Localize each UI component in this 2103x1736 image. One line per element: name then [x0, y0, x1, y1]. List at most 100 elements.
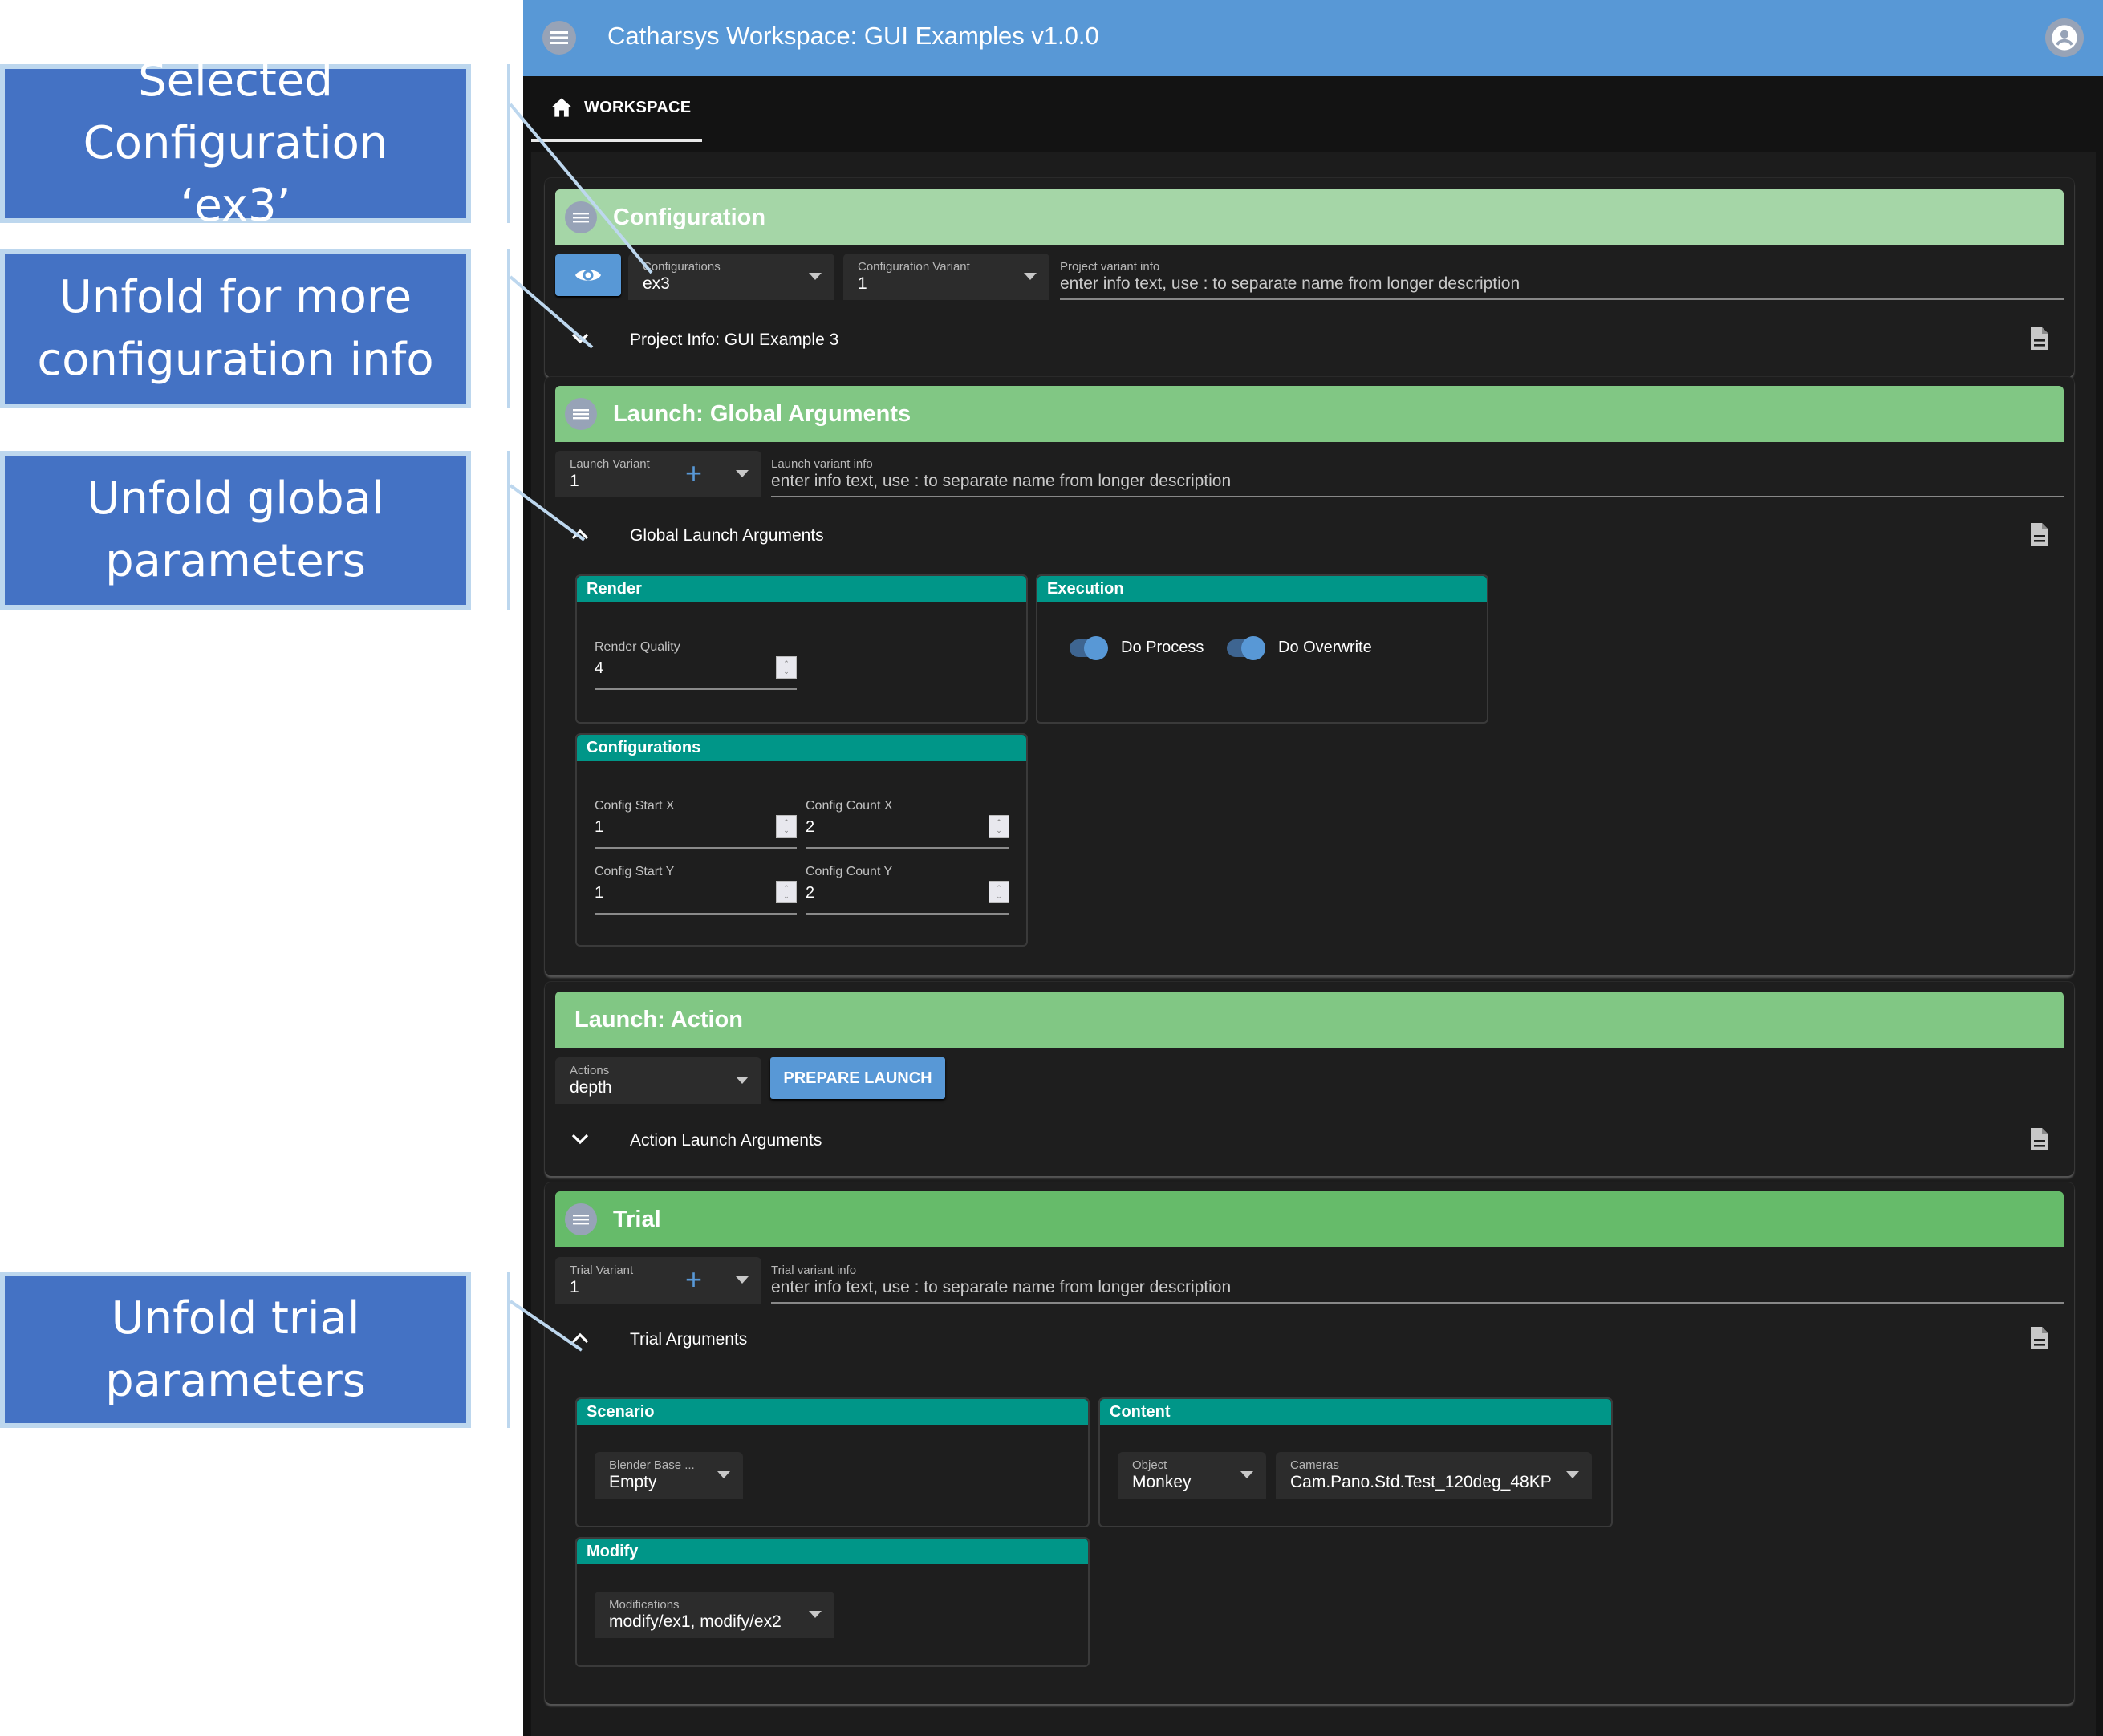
config-count-y-input[interactable]: Config Count Y 2 ⌃ ⌄	[806, 865, 1009, 915]
field-label: Render Quality	[595, 640, 680, 654]
configurations-select[interactable]: Configurations ex3	[628, 254, 834, 300]
launch-variant-info-input[interactable]: Launch variant info enter info text, use…	[771, 451, 2064, 497]
menu-button[interactable]	[542, 21, 576, 55]
trial-variant-select[interactable]: Trial Variant 1 +	[555, 1257, 761, 1304]
section-menu-button[interactable]	[565, 201, 597, 233]
add-variant-icon[interactable]: +	[685, 459, 702, 488]
field-value: modify/ex1, modify/ex2	[609, 1612, 782, 1631]
dropdown-caret-icon	[736, 1276, 749, 1284]
toggle-knob	[1084, 635, 1108, 660]
panel-title: Scenario	[577, 1399, 1088, 1425]
section-menu-button[interactable]	[565, 398, 597, 430]
tab-workspace[interactable]: WORKSPACE	[531, 76, 702, 142]
field-value: enter info text, use : to separate name …	[1060, 274, 1520, 293]
spinner-icon[interactable]: ⌃ ⌄	[776, 815, 797, 838]
dropdown-caret-icon	[1024, 273, 1037, 280]
chevron-up-icon[interactable]	[569, 1327, 591, 1349]
document-icon[interactable]	[2029, 1126, 2050, 1156]
spinner-icon[interactable]: ⌃ ⌄	[776, 656, 797, 679]
document-icon[interactable]	[2029, 1325, 2050, 1355]
project-variant-info-input[interactable]: Project variant info enter info text, us…	[1060, 254, 2064, 300]
section-title: Configuration	[613, 204, 766, 230]
annotation-unfold-trial-params: Unfold trial parameters	[0, 1272, 471, 1428]
config-start-x-input[interactable]: Config Start X 1 ⌃ ⌄	[595, 799, 797, 849]
chevron-down-icon[interactable]	[569, 1128, 591, 1150]
spinner-icon[interactable]: ⌃ ⌄	[989, 815, 1009, 838]
global-launch-arguments-fold[interactable]: Global Launch Arguments	[545, 512, 2074, 560]
config-count-x-input[interactable]: Config Count X 2 ⌃ ⌄	[806, 799, 1009, 849]
configuration-variant-select[interactable]: Configuration Variant 1	[843, 254, 1049, 300]
trial-header: Trial	[555, 1191, 2064, 1247]
dropdown-caret-icon	[736, 1077, 749, 1084]
menu-icon	[550, 31, 568, 44]
field-value: 1	[570, 472, 579, 490]
field-value: 2	[806, 884, 815, 902]
trial-variant-info-input[interactable]: Trial variant info enter info text, use …	[771, 1257, 2064, 1304]
view-configuration-button[interactable]	[555, 254, 621, 296]
prepare-launch-button[interactable]: PREPARE LAUNCH	[770, 1057, 945, 1099]
actions-select[interactable]: Actions depth	[555, 1057, 761, 1104]
launch-global-card: Launch: Global Arguments Launch Variant …	[545, 377, 2074, 975]
render-panel: Render Render Quality 4 ⌃ ⌄	[575, 574, 1028, 724]
render-quality-input[interactable]: Render Quality 4 ⌃ ⌄	[595, 640, 797, 690]
annotation-text: Unfold trial parameters	[105, 1292, 366, 1407]
field-value: ex3	[643, 274, 670, 293]
cameras-select[interactable]: Cameras Cam.Pano.Std.Test_120deg_48KP	[1276, 1452, 1592, 1499]
field-label: Trial variant info	[771, 1263, 857, 1277]
document-icon[interactable]	[2029, 326, 2050, 355]
document-icon[interactable]	[2029, 521, 2050, 551]
field-label: Modifications	[609, 1598, 680, 1612]
do-overwrite-toggle[interactable]: Do Overwrite	[1227, 635, 1372, 660]
configurations-panel: Configurations Config Start X 1 ⌃ ⌄ Confi…	[575, 733, 1028, 947]
chevron-up-icon[interactable]	[569, 523, 591, 546]
modify-panel: Modify Modifications modify/ex1, modify/…	[575, 1537, 1090, 1667]
field-value: enter info text, use : to separate name …	[771, 1278, 1232, 1296]
add-variant-icon[interactable]: +	[685, 1265, 702, 1294]
field-value: Cam.Pano.Std.Test_120deg_48KP	[1290, 1473, 1552, 1491]
config-start-y-input[interactable]: Config Start Y 1 ⌃ ⌄	[595, 865, 797, 915]
field-value: 1	[595, 818, 604, 836]
spinner-icon[interactable]: ⌃ ⌄	[776, 881, 797, 903]
menu-icon	[573, 213, 589, 223]
section-menu-button[interactable]	[565, 1203, 597, 1235]
project-info-fold[interactable]: Project Info: GUI Example 3	[545, 316, 2074, 364]
dropdown-caret-icon	[1566, 1471, 1579, 1478]
dropdown-caret-icon	[1240, 1471, 1253, 1478]
field-value: 1	[570, 1278, 579, 1296]
annotation-bracket	[507, 451, 510, 610]
panel-title: Modify	[577, 1539, 1088, 1564]
annotation-text: Unfold for more configuration info	[37, 271, 434, 386]
launch-variant-select[interactable]: Launch Variant 1 +	[555, 451, 761, 497]
annotation-text: Unfold global parameters	[87, 473, 384, 587]
field-value: 1	[858, 274, 867, 293]
field-label: Trial Variant	[570, 1263, 634, 1277]
action-launch-arguments-fold[interactable]: Action Launch Arguments	[545, 1117, 2074, 1165]
blender-base-select[interactable]: Blender Base ... Empty	[595, 1452, 743, 1499]
dropdown-caret-icon	[809, 1611, 822, 1618]
field-label: Configuration Variant	[858, 260, 970, 274]
field-value: 2	[806, 818, 815, 836]
fold-label: Global Launch Arguments	[630, 526, 824, 545]
toggle-label: Do Overwrite	[1278, 639, 1372, 656]
field-label: Config Count X	[806, 799, 893, 813]
spinner-icon[interactable]: ⌃ ⌄	[989, 881, 1009, 903]
modifications-select[interactable]: Modifications modify/ex1, modify/ex2	[595, 1592, 834, 1638]
do-process-toggle[interactable]: Do Process	[1070, 635, 1204, 660]
dropdown-caret-icon	[736, 470, 749, 477]
account-circle-icon	[2052, 25, 2077, 51]
annotation-unfold-config-info: Unfold for more configuration info	[0, 249, 471, 408]
annotation-unfold-global-params: Unfold global parameters	[0, 451, 471, 610]
chevron-down-icon[interactable]	[569, 327, 591, 350]
launch-action-header: Launch: Action	[555, 992, 2064, 1048]
menu-icon	[573, 1215, 589, 1225]
execution-panel: Execution Do Process Do Overwrite	[1036, 574, 1488, 724]
section-title: Trial	[613, 1206, 661, 1232]
workspace-content: Configuration Configurations ex3 Configu…	[531, 152, 2096, 1736]
toggle-track[interactable]	[1227, 635, 1265, 660]
account-button[interactable]	[2045, 18, 2084, 57]
object-select[interactable]: Object Monkey	[1118, 1452, 1266, 1499]
toggle-track[interactable]	[1070, 635, 1108, 660]
panel-title: Execution	[1037, 576, 1487, 602]
dropdown-caret-icon	[809, 273, 822, 280]
trial-arguments-fold[interactable]: Trial Arguments	[545, 1316, 2074, 1364]
